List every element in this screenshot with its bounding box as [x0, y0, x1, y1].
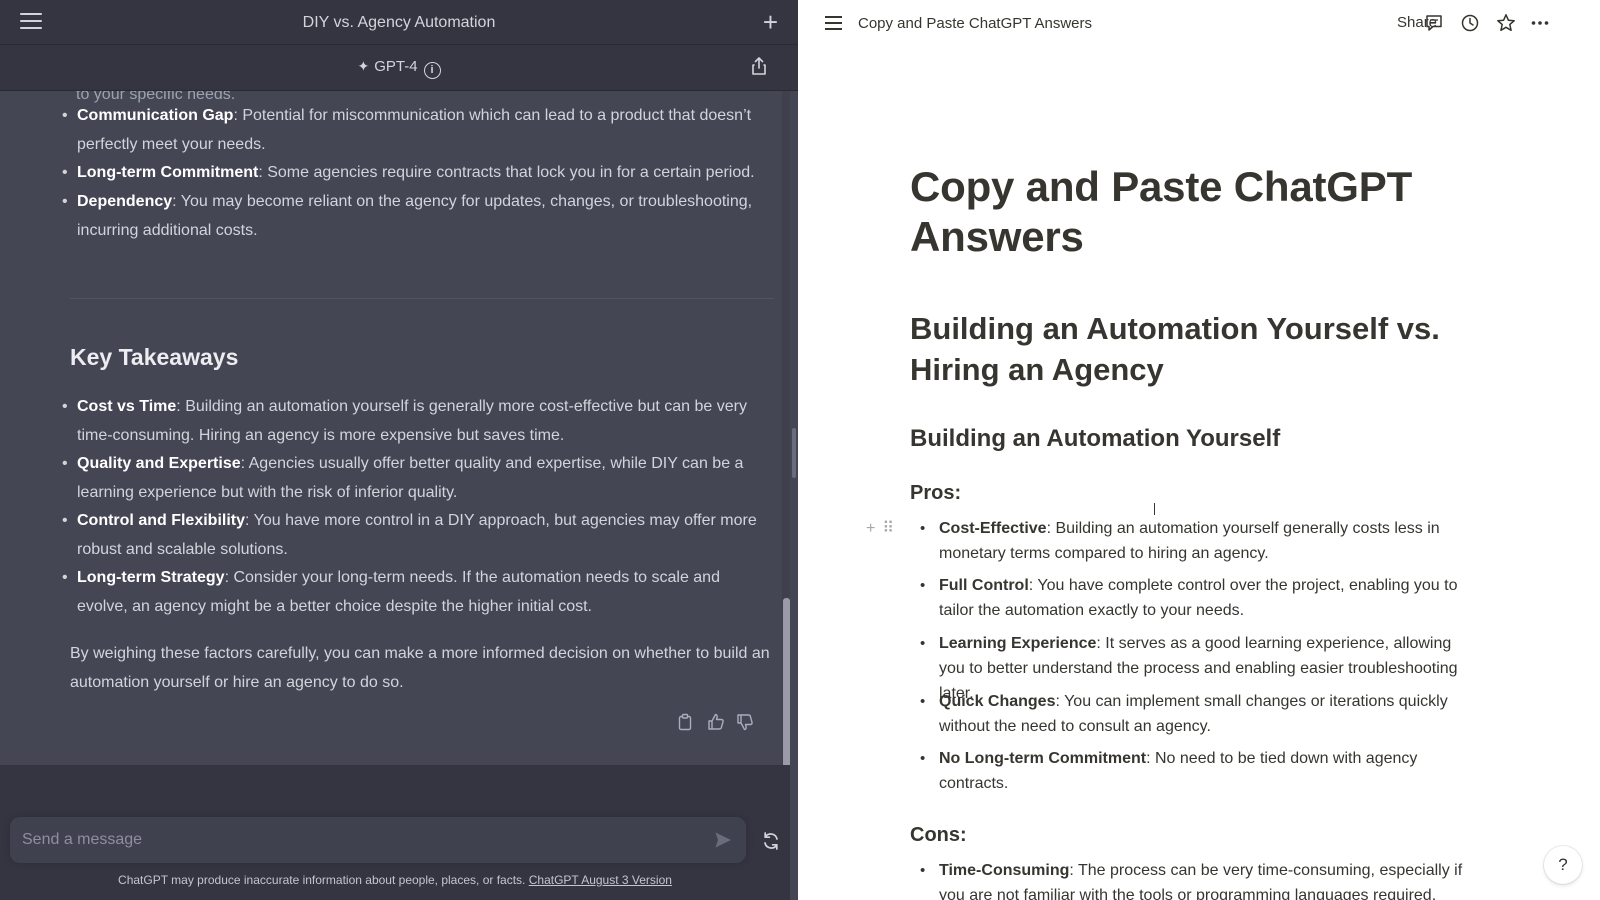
chatgpt-pane: DIY vs. Agency Automation + ✦ GPT-4 i to y…: [0, 0, 798, 900]
message-input[interactable]: [22, 828, 692, 852]
heading-2[interactable]: Building an Automation Yourself: [910, 425, 1280, 453]
cons-heading[interactable]: Cons:: [910, 824, 967, 847]
page-title[interactable]: Copy and Paste ChatGPT Answers: [910, 162, 1470, 262]
bulleted-list-item[interactable]: • Time-Consuming: The process can be very…: [920, 858, 1480, 900]
list-item-term: Cost-Effective: [939, 520, 1047, 537]
more-options-icon[interactable]: [1530, 13, 1550, 33]
block-handles: + ⠿: [866, 518, 901, 538]
list-item: • Communication Gap: Potential for miscom…: [62, 107, 752, 153]
drag-handle-icon[interactable]: ⠿: [882, 520, 894, 537]
conversation-title: DIY vs. Agency Automation: [302, 14, 496, 31]
disclaimer-text: ChatGPT may produce inaccurate informati…: [118, 873, 526, 887]
notion-pane: Copy and Paste ChatGPT Answers Share Cop…: [807, 0, 1600, 900]
sparkle-icon: ✦: [357, 58, 370, 74]
list-item-term: Control and Flexibility: [77, 512, 246, 529]
bulleted-list-item[interactable]: • Full Control: You have complete control…: [920, 573, 1480, 623]
split-resize-handle[interactable]: [792, 428, 796, 478]
send-icon[interactable]: [714, 831, 732, 849]
list-item-term: Cost vs Time: [77, 398, 177, 415]
list-item-term: No Long-term Commitment: [939, 750, 1147, 767]
list-item-term: Long-term Strategy: [77, 569, 225, 586]
list-item-text: : You may become reliant on the agency f…: [77, 193, 753, 239]
list-item-term: Learning Experience: [939, 635, 1097, 652]
notion-top-bar: Copy and Paste ChatGPT Answers Share: [807, 0, 1600, 46]
model-bar: ✦ GPT-4 i: [0, 45, 798, 91]
bulleted-list-item[interactable]: • Cost-Effective: Building an automation …: [920, 516, 1480, 566]
message-composer: [10, 817, 746, 863]
composer-area: ChatGPT may produce inaccurate informati…: [0, 765, 790, 900]
list-item-term: Time-Consuming: [939, 862, 1070, 879]
list-item: • Control and Flexibility: You have more …: [62, 512, 757, 558]
copy-icon[interactable]: [676, 713, 694, 731]
sidebar-menu-icon[interactable]: [825, 16, 842, 31]
section-divider: [70, 298, 774, 299]
disclaimer: ChatGPT may produce inaccurate informati…: [0, 873, 790, 887]
model-selector[interactable]: ✦ GPT-4 i: [0, 58, 798, 79]
bulleted-list-item[interactable]: • Quick Changes: You can implement small …: [920, 689, 1480, 739]
thumbs-up-icon[interactable]: [707, 713, 725, 731]
key-takeaways-heading: Key Takeaways: [70, 344, 239, 370]
bulleted-list-item[interactable]: • No Long-term Commitment: No need to be …: [920, 746, 1480, 796]
list-item-text: : Some agencies require contracts that l…: [258, 164, 755, 181]
list-item-term: Long-term Commitment: [77, 164, 259, 181]
conclusion-paragraph: By weighing these factors carefully, you…: [70, 645, 770, 691]
add-block-plus-icon[interactable]: +: [866, 520, 875, 537]
list-item: • Quality and Expertise: Agencies usually…: [62, 455, 744, 501]
list-item: • Dependency: You may become reliant on t…: [62, 193, 753, 239]
text-cursor: [1154, 503, 1155, 515]
list-item: • Long-term Strategy: Consider your long-…: [62, 569, 720, 615]
list-item-term: Communication Gap: [77, 107, 234, 124]
list-item: • Long-term Commitment: Some agencies req…: [62, 164, 755, 181]
version-link[interactable]: ChatGPT August 3 Version: [529, 873, 672, 887]
history-clock-icon[interactable]: [1460, 13, 1480, 33]
help-button[interactable]: ?: [1544, 846, 1582, 884]
chat-scroll-area[interactable]: to your specific needs. • Communication G…: [0, 91, 790, 765]
info-icon[interactable]: i: [423, 62, 441, 79]
model-name: GPT-4: [374, 58, 418, 75]
favorite-star-icon[interactable]: [1496, 13, 1516, 33]
pros-heading[interactable]: Pros:: [910, 482, 961, 505]
share-icon[interactable]: [752, 57, 766, 75]
thumbs-down-icon[interactable]: [736, 713, 754, 731]
list-item: • Cost vs Time: Building an automation yo…: [62, 398, 747, 444]
list-item-term: Quality and Expertise: [77, 455, 241, 472]
list-item-text: : Building an automation yourself is gen…: [77, 398, 747, 444]
comment-icon[interactable]: [1424, 13, 1444, 33]
list-item-term: Dependency: [77, 193, 173, 210]
heading-1[interactable]: Building an Automation Yourself vs. Hiri…: [910, 308, 1490, 390]
list-item-term: Quick Changes: [939, 693, 1056, 710]
regenerate-icon[interactable]: [761, 831, 781, 851]
list-item-term: Full Control: [939, 577, 1029, 594]
new-chat-plus-icon[interactable]: +: [763, 9, 778, 35]
breadcrumb[interactable]: Copy and Paste ChatGPT Answers: [858, 15, 1092, 32]
chatgpt-top-bar: DIY vs. Agency Automation +: [0, 0, 798, 45]
